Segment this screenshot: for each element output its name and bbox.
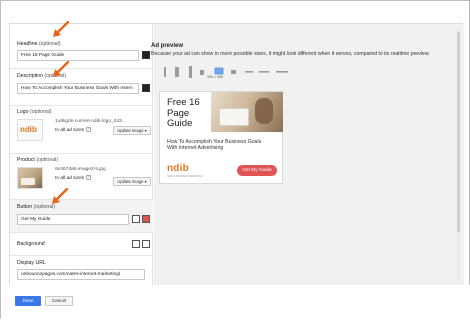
logo-optional: (optional) (30, 109, 52, 115)
display-url-section: Display URL unbouncepages.com/nates-inte… (10, 256, 153, 286)
product-sizes: In all ad sizes? (55, 175, 92, 181)
background-color-swatch-1[interactable] (132, 240, 140, 248)
size-option-selected[interactable] (214, 67, 224, 75)
ad-size-selector (164, 66, 288, 78)
scrollbar-thumb[interactable] (457, 32, 460, 232)
headline-optional: (optional) (38, 41, 61, 47)
ad-logo-tagline: NATE'S INTERNET MARKETING (167, 175, 203, 178)
product-section: Product (optional) 6e367da5-image2-5.jpg… (10, 154, 153, 200)
description-section: Description (optional) How To Accomplish… (10, 69, 153, 106)
annotation-arrow-icon (52, 188, 69, 204)
button-section: Button (optional) Get My Guide (10, 200, 153, 233)
logo-sizes: In all ad sizes? (55, 127, 92, 133)
done-button[interactable]: Done (15, 296, 41, 306)
description-label-text: Description (17, 73, 43, 79)
footer-bar: Done Cancel (1, 285, 470, 320)
size-option[interactable] (175, 67, 179, 77)
size-option[interactable] (189, 66, 192, 78)
ad-description: How To Accomplish Your Business Goals Wi… (167, 139, 262, 152)
button-label: Button (optional) (17, 204, 55, 210)
product-update-image-button[interactable]: Update image ▾ (113, 177, 151, 186)
size-option[interactable] (259, 71, 269, 73)
headline-label-text: Headline (17, 41, 38, 47)
button-text-color-swatch[interactable] (132, 215, 140, 223)
ad-preview-title: Ad preview (151, 43, 184, 49)
size-option[interactable] (276, 71, 288, 73)
logo-update-image-button[interactable]: Update image ▾ (113, 126, 151, 135)
display-url-input[interactable]: unbouncepages.com/nates-internet-marketi… (17, 269, 145, 280)
annotation-arrow-icon (53, 21, 70, 37)
headline-input[interactable]: Free 16 Page Guide (17, 50, 139, 61)
ad-cta-button[interactable]: Get My Guide (237, 165, 277, 176)
ad-logo: ndib (167, 163, 189, 174)
logo-thumbnail-mark: ndib (20, 125, 37, 134)
product-label: Product (optional) (17, 157, 58, 163)
product-sizes-text: In all ad sizes (55, 175, 85, 181)
size-option[interactable] (231, 70, 236, 74)
ad-preview-card: Free 16 Page Guide How To Accomplish You… (159, 91, 283, 184)
vertical-scrollbar[interactable] (457, 28, 460, 280)
button-bg-color-swatch[interactable] (142, 215, 150, 223)
logo-filename: 1u8kgds-current-ndib-logo_043... (55, 119, 126, 124)
button-label-text: Button (17, 204, 32, 210)
product-label-text: Product (17, 157, 35, 163)
logo-label: Logo (optional) (17, 109, 52, 115)
size-option[interactable] (164, 67, 166, 77)
logo-label-text: Logo (17, 109, 29, 115)
cancel-button[interactable]: Cancel (45, 296, 73, 306)
selected-size-label: 300 × 250 (207, 75, 224, 79)
product-thumbnail (17, 167, 43, 189)
background-section: Background (10, 233, 153, 256)
help-icon[interactable]: ? (86, 127, 92, 132)
button-text-input[interactable]: Get My Guide (17, 214, 129, 225)
headline-label: Headline (optional) (17, 41, 61, 47)
laptop-shape (219, 108, 249, 126)
annotation-arrow-icon (53, 61, 70, 77)
product-optional: (optional) (36, 157, 58, 163)
size-option[interactable] (245, 71, 253, 73)
product-filename: 6e367da5-image2-5.jpg (55, 167, 106, 172)
ad-editor-window: Headline (optional) Free 16 Page Guide D… (0, 0, 470, 320)
person-shape (255, 98, 273, 124)
ad-headline: Free 16 Page Guide (167, 97, 200, 129)
description-input[interactable]: How To Accomplish Your Business Goals Wi… (17, 83, 139, 94)
headline-color-swatch[interactable] (142, 51, 150, 59)
ad-fields-pane: Headline (optional) Free 16 Page Guide D… (10, 24, 153, 286)
background-color-swatch-2[interactable] (142, 240, 150, 248)
help-icon[interactable]: ? (86, 175, 92, 180)
description-color-swatch[interactable] (142, 84, 150, 92)
display-url-label: Display URL (17, 260, 46, 266)
headline-section: Headline (optional) Free 16 Page Guide (10, 24, 153, 69)
logo-sizes-text: In all ad sizes (55, 127, 85, 133)
size-option[interactable] (200, 70, 204, 75)
background-label: Background (17, 241, 45, 247)
logo-thumbnail: ndib (17, 119, 43, 141)
laptop-shape (21, 178, 35, 185)
ad-product-image (211, 92, 283, 132)
logo-section: Logo (optional) ndib 1u8kgds-current-ndi… (10, 106, 153, 154)
ad-preview-subtitle: Because your ad can show in more possibl… (151, 51, 430, 57)
